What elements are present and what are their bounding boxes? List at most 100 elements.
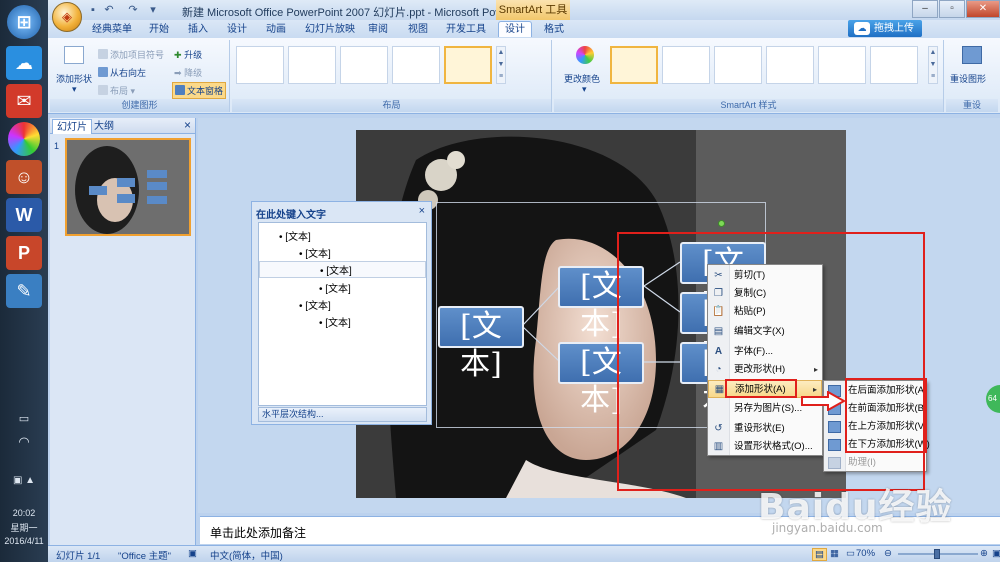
tab-format[interactable]: 格式 — [544, 22, 564, 38]
layout-thumb-4[interactable] — [392, 46, 440, 84]
layout-gallery-scroll[interactable]: ▲ ▼ ≡ — [496, 46, 506, 84]
text-pane-line-4[interactable]: • [文本] — [319, 280, 351, 295]
zoom-slider-thumb[interactable] — [934, 549, 940, 559]
add-shape-dropdown-icon[interactable]: ▾ — [72, 84, 77, 95]
layout-thumb-2[interactable] — [288, 46, 336, 84]
tab-smartart-design[interactable]: 设计 — [498, 21, 532, 37]
status-proofing-icon[interactable]: ▣ — [188, 548, 197, 559]
tab-developer[interactable]: 开发工具 — [446, 22, 486, 38]
word-app-icon[interactable]: W — [6, 198, 42, 232]
paste-icon: 📋 — [712, 306, 725, 317]
layout-icon — [98, 85, 108, 95]
style-thumb-2[interactable] — [662, 46, 710, 84]
rotation-handle[interactable] — [718, 220, 725, 227]
text-pane-footer-link[interactable]: 水平层次结构... — [258, 407, 427, 422]
upload-button[interactable]: ☁ 拖拽上传 — [848, 20, 922, 37]
view-slideshow-button[interactable]: ▭ — [846, 548, 855, 559]
menu-item-edit-text[interactable]: ▤ 编辑文字(X) — [708, 323, 822, 341]
text-pane-line-6[interactable]: • [文本] — [319, 314, 351, 329]
text-pane-close-icon[interactable]: × — [419, 205, 425, 217]
view-sorter-button[interactable]: ▦ — [830, 548, 839, 559]
redo-icon[interactable]: ↷ — [126, 3, 140, 17]
tab-classic-menu[interactable]: 经典菜单 — [92, 22, 132, 38]
tab-slideshow[interactable]: 幻灯片放映 — [305, 22, 355, 38]
paint-app-icon[interactable]: ✎ — [6, 274, 42, 308]
zoom-in-button[interactable]: ⊕ — [980, 548, 988, 559]
mail-app-icon[interactable]: ✉ — [6, 84, 42, 118]
office-button[interactable]: ◈ — [52, 2, 82, 32]
text-pane-body[interactable]: • [文本] • [文本] • [文本] • [文本] • [文本] • [文本… — [258, 222, 427, 406]
menu-item-cut[interactable]: ✂ 剪切(T) — [708, 267, 822, 285]
zoom-out-button[interactable]: ⊖ — [884, 548, 892, 559]
layout-thumb-5-selected[interactable] — [444, 46, 492, 84]
slide-thumbnail[interactable] — [65, 138, 191, 236]
maximize-button[interactable]: ▫ — [939, 0, 965, 18]
menu-item-change-shape[interactable]: ◔ 更改形状(H) ▸ — [708, 361, 822, 379]
styles-gallery-scroll[interactable]: ▲ ▼ ≡ — [928, 46, 938, 84]
submenu-add-assistant[interactable]: 助理(I) — [824, 454, 926, 472]
tab-animation[interactable]: 动画 — [266, 22, 286, 38]
smartart-styles-group: 更改颜色 ▾ ▲ ▼ ≡ SmartArt 样式 — [554, 40, 944, 112]
start-orb-icon[interactable]: ⊞ — [7, 5, 41, 39]
tab-home[interactable]: 开始 — [149, 22, 169, 38]
zoom-slider[interactable] — [898, 549, 978, 559]
promote-icon: ✚ — [174, 50, 182, 60]
demote-button[interactable]: ➡ 降级 — [174, 66, 202, 79]
undo-icon[interactable]: ↶ — [102, 3, 116, 17]
smartart-root-node[interactable]: [文本] — [438, 306, 524, 382]
text-pane-line-5[interactable]: • [文本] — [299, 297, 331, 312]
menu-item-font[interactable]: A 字体(F)... — [708, 343, 822, 361]
view-normal-button[interactable]: ▤ — [812, 548, 827, 561]
powerpoint-app-icon[interactable]: P — [6, 236, 42, 270]
game-app-icon[interactable]: ☺ — [6, 160, 42, 194]
color-app-icon[interactable] — [8, 122, 40, 156]
style-thumb-4[interactable] — [766, 46, 814, 84]
text-pane-button[interactable]: 文本窗格 — [172, 82, 227, 99]
tab-view[interactable]: 视图 — [408, 22, 428, 38]
layout-thumb-1[interactable] — [236, 46, 284, 84]
change-colors-icon[interactable] — [576, 46, 594, 64]
tab-review[interactable]: 审阅 — [368, 22, 388, 38]
menu-item-format-shape[interactable]: ▥ 设置形状格式(O)... — [708, 438, 822, 456]
tab-slides[interactable]: 幻灯片 — [52, 119, 92, 134]
tab-insert[interactable]: 插入 — [188, 22, 208, 38]
promote-button[interactable]: ✚ 升级 — [174, 48, 202, 61]
menu-item-copy[interactable]: ❐ 复制(C) — [708, 285, 822, 303]
smartart-tools-label: SmartArt 工具 — [496, 0, 570, 20]
text-pane-line-2[interactable]: • [文本] — [299, 245, 331, 260]
status-bar: 幻灯片 1/1 "Office 主题" ▣ 中文(简体，中国) ▤ ▦ ▭ 70… — [48, 545, 1000, 562]
text-pane-line-3[interactable]: • [文本] — [259, 261, 426, 278]
submenu-add-below[interactable]: 在下方添加形状(W) — [824, 436, 930, 454]
close-button[interactable]: ✕ — [966, 0, 1000, 18]
style-thumb-5[interactable] — [818, 46, 866, 84]
panel-tabs: 幻灯片 大纲 × — [50, 118, 195, 134]
style-thumb-3[interactable] — [714, 46, 762, 84]
fit-window-button[interactable]: ▣ — [992, 548, 1000, 559]
right-to-left-button[interactable]: 从右向左 — [98, 66, 146, 79]
style-thumb-6[interactable] — [870, 46, 918, 84]
zoom-level[interactable]: 70% — [856, 548, 875, 559]
qat-dropdown-icon[interactable]: ▾ — [146, 3, 160, 17]
layout-thumb-3[interactable] — [340, 46, 388, 84]
reset-graphic-icon[interactable] — [962, 46, 982, 64]
layout-button[interactable]: 布局 ▾ — [98, 84, 135, 97]
smartart-level2-node-2[interactable]: [文本] — [558, 342, 644, 418]
tab-design[interactable]: 设计 — [227, 22, 247, 38]
cloud-app-icon[interactable]: ☁ — [6, 46, 42, 80]
smartart-level2-node-1[interactable]: [文本] — [558, 266, 644, 342]
annotation-arrow-icon — [801, 391, 846, 411]
style-thumb-1-selected[interactable] — [610, 46, 658, 84]
change-colors-dropdown-icon[interactable]: ▾ — [582, 84, 587, 95]
submenu-add-above[interactable]: 在上方添加形状(V) — [824, 418, 927, 436]
menu-item-paste[interactable]: 📋 粘贴(P) — [708, 303, 822, 321]
text-pane-line-1[interactable]: • [文本] — [279, 228, 311, 243]
tray-icon: ▣ ▲ — [12, 475, 36, 486]
tab-outline[interactable]: 大纲 — [90, 119, 118, 134]
reset-graphic-button[interactable]: 重设图形 — [950, 72, 986, 85]
minimize-button[interactable]: – — [912, 0, 938, 18]
panel-close-icon[interactable]: × — [184, 118, 191, 132]
save-icon[interactable]: ▪ — [86, 3, 100, 17]
menu-item-reset-shape[interactable]: ↺ 重设形状(E) — [708, 420, 822, 438]
add-bullet-button[interactable]: 添加项目符号 — [98, 48, 164, 61]
add-shape-icon[interactable] — [64, 46, 84, 64]
